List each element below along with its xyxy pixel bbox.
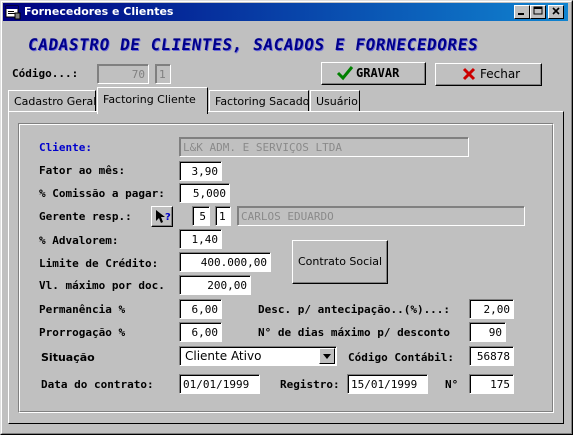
permanencia-label: Permanência %	[39, 303, 126, 316]
gerente-digit-field[interactable]: 1	[215, 206, 231, 226]
dias-field[interactable]: 90	[469, 322, 506, 342]
svg-text:?: ?	[165, 212, 171, 223]
desconto-label: Desc. p/ antecipação..(%)...:	[258, 303, 451, 316]
numero-label: N°	[445, 378, 459, 391]
fator-label: Fator ao mês:	[39, 164, 126, 177]
gerente-label: Gerente resp.:	[39, 210, 132, 223]
desconto-field[interactable]: 2,00	[469, 299, 514, 319]
contrato-social-button[interactable]: Contrato Social	[292, 240, 388, 284]
gerente-code-field[interactable]: 5	[192, 206, 210, 226]
limite-label: Limite de Crédito:	[39, 257, 159, 270]
contabil-label: Código Contábil:	[348, 351, 454, 364]
advalorem-label: % Advalorem:	[39, 234, 119, 247]
contabil-field[interactable]: 56878	[469, 346, 514, 366]
comissao-label: % Comissão a pagar:	[39, 187, 165, 200]
fator-field[interactable]: 3,90	[179, 161, 222, 181]
permanencia-field[interactable]: 6,00	[179, 299, 222, 319]
cliente-field[interactable]: L&K ADM. E SERVIÇOS LTDA	[179, 137, 469, 157]
situacao-label: Situação	[41, 351, 95, 364]
gerente-name-field[interactable]: CARLOS EDUARDO	[237, 206, 525, 226]
limite-field[interactable]: 400.000,00	[179, 252, 271, 272]
data-contrato-field[interactable]: 01/01/1999	[179, 374, 260, 394]
registro-label: Registro:	[280, 378, 340, 391]
vlmax-label: Vl. máximo por doc.	[39, 279, 165, 292]
gerente-help-button[interactable]: ?	[151, 206, 173, 227]
situacao-select[interactable]: Cliente Ativo	[179, 346, 337, 366]
form-layer: Cliente: L&K ADM. E SERVIÇOS LTDA Fator …	[0, 0, 573, 435]
vlmax-field[interactable]: 200,00	[179, 275, 251, 295]
prorrogacao-label: Prorrogação %	[39, 326, 126, 339]
cliente-label: Cliente:	[39, 141, 92, 154]
dias-label: N° de dias máximo p/ desconto	[258, 326, 451, 339]
advalorem-field[interactable]: 1,40	[179, 229, 222, 249]
situacao-value: Cliente Ativo	[185, 349, 262, 363]
contrato-social-label: Contrato Social	[297, 255, 383, 268]
prorrogacao-field[interactable]: 6,00	[179, 322, 222, 342]
dropdown-arrow-icon[interactable]	[319, 348, 335, 364]
help-pointer-icon: ?	[154, 208, 172, 229]
comissao-field[interactable]: 5,000	[179, 183, 230, 203]
data-contrato-label: Data do contrato:	[41, 378, 154, 391]
registro-field[interactable]: 15/01/1999	[347, 374, 428, 394]
numero-field[interactable]: 175	[469, 374, 514, 394]
